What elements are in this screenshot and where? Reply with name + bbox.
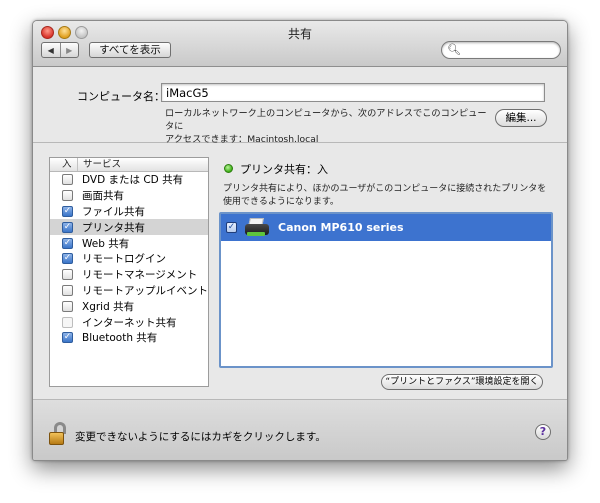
forward-button[interactable]: ▶ (59, 43, 79, 57)
column-header-on[interactable]: 入 (50, 158, 78, 171)
service-row[interactable]: ✓ Web 共有 (50, 235, 208, 251)
service-label: プリンタ共有 (82, 221, 145, 234)
services-list-header: 入 サービス (50, 158, 208, 172)
service-row[interactable]: ✓ リモートログイン (50, 251, 208, 267)
window-title: 共有 (287, 27, 312, 41)
back-button[interactable]: ◀ (42, 43, 60, 57)
service-row[interactable]: ✓ Bluetooth 共有 (50, 330, 208, 346)
service-checkbox[interactable] (62, 284, 73, 296)
back-forward-control: ◀ ▶ (41, 42, 79, 58)
search-field[interactable]: 🔍︎ (441, 41, 561, 59)
title-bar: 共有 ◀ ▶ すべてを表示 🔍︎ (33, 21, 567, 67)
service-checkbox[interactable]: ✓ (62, 237, 73, 249)
service-row[interactable]: リモートマネージメント (50, 267, 208, 283)
service-status: プリンタ共有：入 (240, 163, 328, 176)
service-description: プリンタ共有により、ほかのユーザがこのコンピュータに接続されたプリンタを 使用で… (223, 183, 553, 208)
service-row[interactable]: 画面共有 (50, 188, 208, 204)
status-indicator-icon (224, 164, 233, 173)
service-checkbox[interactable]: ✓ (62, 221, 73, 233)
address-note-line2: アクセスできます：Macintosh.local (165, 134, 319, 145)
service-row[interactable]: Xgrid 共有 (50, 298, 208, 314)
service-label: リモートマネージメント (82, 269, 198, 282)
printer-name: Canon MP610 series (278, 221, 404, 234)
service-label: Bluetooth 共有 (82, 332, 158, 345)
services-list: 入 サービス DVD または CD 共有 画面共有 ✓ ファイル共有 ✓ プリンタ共有 ✓ W… (49, 157, 209, 387)
computer-name-label: コンピュータ名： (77, 90, 165, 103)
sharing-window: 共有 ◀ ▶ すべてを表示 🔍︎ コンピュータ名： ローカルネットワーク上のコン… (32, 20, 568, 461)
computer-name-section: コンピュータ名： ローカルネットワーク上のコンピュータから、次のアドレスでこのコ… (33, 67, 567, 146)
service-checkbox[interactable] (62, 190, 73, 202)
printer-row[interactable]: ✓ Canon MP610 series (221, 214, 551, 241)
computer-name-input[interactable] (161, 83, 545, 102)
service-row[interactable]: ✓ プリンタ共有 (50, 219, 208, 236)
lock-icon[interactable] (49, 422, 67, 446)
service-row[interactable]: ✓ ファイル共有 (50, 204, 208, 220)
service-label: Xgrid 共有 (82, 300, 135, 313)
show-all-button[interactable]: すべてを表示 (89, 42, 171, 58)
service-row[interactable]: DVD または CD 共有 (50, 172, 208, 188)
help-button[interactable]: ? (535, 424, 551, 440)
service-row[interactable]: リモートアップルイベント (50, 283, 208, 299)
service-label: リモートログイン (82, 253, 166, 266)
service-checkbox[interactable]: ✓ (62, 205, 73, 217)
lock-message: 変更できないようにするにはカギをクリックします。 (75, 431, 326, 443)
service-label: DVD または CD 共有 (82, 174, 184, 187)
printer-list: ✓ Canon MP610 series (219, 212, 553, 368)
service-checkbox (62, 316, 73, 328)
open-print-fax-prefs-button[interactable]: “プリントとファクス”環境設定を開く (381, 374, 543, 390)
service-label: ファイル共有 (82, 205, 145, 218)
service-checkbox[interactable] (62, 300, 73, 312)
service-checkbox[interactable] (62, 269, 73, 281)
services-rows: DVD または CD 共有 画面共有 ✓ ファイル共有 ✓ プリンタ共有 ✓ Web 共有 ✓ リ… (50, 172, 208, 346)
search-icon: 🔍︎ (447, 43, 461, 56)
service-checkbox[interactable]: ✓ (62, 253, 73, 265)
address-note-line1: ローカルネットワーク上のコンピュータから、次のアドレスでこのコンピュータに (165, 108, 487, 132)
footer-bar: 変更できないようにするにはカギをクリックします。 ? (33, 399, 567, 460)
printer-icon (244, 217, 270, 238)
service-row[interactable]: インターネット共有 (50, 314, 208, 330)
column-header-service[interactable]: サービス (78, 158, 121, 171)
service-description-line2: 使用できるようになります。 (223, 196, 339, 207)
printer-checkbox[interactable]: ✓ (226, 222, 237, 233)
edit-button[interactable]: 編集... (495, 109, 547, 127)
address-note: ローカルネットワーク上のコンピュータから、次のアドレスでこのコンピュータに アク… (165, 107, 495, 146)
service-description-line1: プリンタ共有により、ほかのユーザがこのコンピュータに接続されたプリンタを (223, 184, 547, 194)
service-checkbox[interactable] (62, 174, 73, 186)
service-label: 画面共有 (82, 190, 124, 203)
service-label: Web 共有 (82, 237, 130, 250)
service-label: インターネット共有 (82, 316, 177, 329)
service-label: リモートアップルイベント (82, 284, 208, 297)
service-checkbox[interactable]: ✓ (62, 332, 73, 344)
